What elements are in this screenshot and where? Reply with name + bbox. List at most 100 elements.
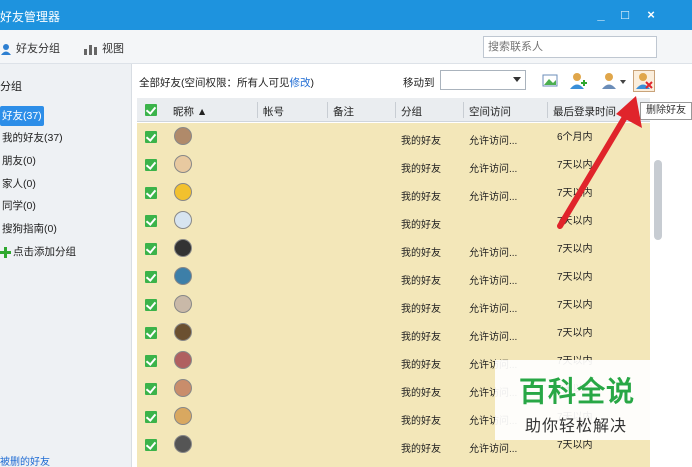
table-row[interactable]: 我的好友 允许访问... 7天以内 bbox=[137, 151, 650, 179]
row-checkbox[interactable] bbox=[145, 383, 157, 395]
column-last-login[interactable]: 最后登录时间 bbox=[553, 104, 616, 119]
chevron-down-icon bbox=[513, 77, 521, 82]
column-divider bbox=[257, 102, 258, 118]
cell-group: 我的好友 bbox=[401, 136, 441, 147]
table-row[interactable]: 我的好友 7天以内 bbox=[137, 207, 650, 235]
row-checkbox[interactable] bbox=[145, 131, 157, 143]
cell-last-login: 7天以内 bbox=[557, 328, 593, 339]
table-row[interactable]: 我的好友 允许访问... 7天以内 bbox=[137, 179, 650, 207]
cell-group: 我的好友 bbox=[401, 388, 441, 399]
row-checkbox[interactable] bbox=[145, 299, 157, 311]
cell-group: 我的好友 bbox=[401, 444, 441, 455]
row-checkbox[interactable] bbox=[145, 187, 157, 199]
avatar[interactable] bbox=[174, 351, 192, 369]
table-row[interactable]: 我的好友 允许访问... 7天以内 bbox=[137, 235, 650, 263]
avatar[interactable] bbox=[174, 267, 192, 285]
column-note[interactable]: 备注 bbox=[333, 104, 354, 119]
delete-friend-button[interactable] bbox=[633, 70, 655, 92]
sidebar-group-friends[interactable]: 好友(37) bbox=[0, 106, 44, 126]
deleted-friends-link[interactable]: 被删的好友 bbox=[0, 453, 50, 467]
row-checkbox[interactable] bbox=[145, 271, 157, 283]
table-row[interactable]: 我的好友 允许访问... 6个月内 bbox=[137, 123, 650, 151]
view-button[interactable]: 视图 bbox=[84, 40, 124, 56]
info-suffix: ) bbox=[310, 77, 315, 89]
bar-chart-icon bbox=[84, 45, 97, 56]
watermark-title: 百科全说 bbox=[519, 376, 636, 407]
cell-group: 我的好友 bbox=[401, 360, 441, 371]
row-checkbox[interactable] bbox=[145, 355, 157, 367]
cell-group: 我的好友 bbox=[401, 304, 441, 315]
sidebar-group-sogou[interactable]: 搜狗指南(0) bbox=[0, 219, 57, 239]
avatar[interactable] bbox=[174, 183, 192, 201]
cell-group: 我的好友 bbox=[401, 164, 441, 175]
column-nickname-label: 昵称 bbox=[173, 106, 194, 118]
maximize-button[interactable]: □ bbox=[614, 4, 636, 26]
column-group[interactable]: 分组 bbox=[401, 104, 422, 119]
move-to-select[interactable] bbox=[440, 70, 526, 90]
add-friend-button[interactable] bbox=[567, 70, 589, 92]
cell-group: 我的好友 bbox=[401, 220, 441, 231]
cell-space-access: 允许访问... bbox=[469, 192, 518, 203]
avatar[interactable] bbox=[174, 127, 192, 145]
title-bar: 好友管理器 _ □ × bbox=[0, 0, 692, 30]
image-icon bbox=[542, 74, 558, 87]
user-settings-icon bbox=[602, 73, 626, 89]
avatar[interactable] bbox=[174, 211, 192, 229]
row-checkbox[interactable] bbox=[145, 215, 157, 227]
search-input[interactable] bbox=[483, 36, 657, 58]
avatar[interactable] bbox=[174, 323, 192, 341]
add-group-button[interactable]: 点击添加分组 bbox=[0, 244, 76, 259]
sidebar-group-family[interactable]: 家人(0) bbox=[0, 174, 36, 194]
table-row[interactable]: 我的好友 允许访问... 7天以内 bbox=[137, 319, 650, 347]
avatar[interactable] bbox=[174, 155, 192, 173]
picture-button[interactable] bbox=[539, 70, 561, 92]
row-checkbox[interactable] bbox=[145, 159, 157, 171]
cell-space-access: 允许访问... bbox=[469, 304, 518, 315]
avatar[interactable] bbox=[174, 407, 192, 425]
row-checkbox[interactable] bbox=[145, 327, 157, 339]
table-header: 昵称 ▲ 帐号 备注 分组 空间访问 最后登录时间 bbox=[137, 98, 650, 122]
cell-last-login: 7天以内 bbox=[557, 216, 593, 227]
avatar[interactable] bbox=[174, 239, 192, 257]
column-divider bbox=[463, 102, 464, 118]
close-button[interactable]: × bbox=[640, 4, 662, 26]
avatar[interactable] bbox=[174, 379, 192, 397]
minimize-button[interactable]: _ bbox=[590, 4, 612, 26]
column-nickname[interactable]: 昵称 ▲ bbox=[173, 104, 207, 119]
sidebar-group-pengyou[interactable]: 朋友(0) bbox=[0, 151, 36, 171]
table-row[interactable]: 我的好友 允许访问... 7天以内 bbox=[137, 291, 650, 319]
sidebar: 分组 好友(37) 我的好友(37) 朋友(0) 家人(0) 同学(0) 搜狗指… bbox=[0, 64, 132, 467]
toolbar: 好友分组 视图 bbox=[0, 30, 692, 64]
modify-link[interactable]: 修改 bbox=[290, 77, 311, 89]
row-checkbox[interactable] bbox=[145, 411, 157, 423]
table-row[interactable]: 我的好友 允许访问... 7天以内 bbox=[137, 263, 650, 291]
sort-up-icon: ▲ bbox=[196, 106, 208, 118]
sidebar-group-my-friends[interactable]: 我的好友(37) bbox=[0, 128, 63, 148]
group-view-button[interactable]: 好友分组 bbox=[0, 40, 60, 56]
move-to-label: 移动到 bbox=[403, 77, 435, 89]
column-space[interactable]: 空间访问 bbox=[469, 104, 511, 119]
avatar[interactable] bbox=[174, 435, 192, 453]
delete-user-icon bbox=[636, 73, 653, 89]
cell-last-login: 7天以内 bbox=[557, 300, 593, 311]
cell-space-access: 允许访问... bbox=[469, 164, 518, 175]
avatar[interactable] bbox=[174, 295, 192, 313]
select-all-checkbox[interactable] bbox=[145, 104, 157, 116]
row-checkbox[interactable] bbox=[145, 439, 157, 451]
sidebar-group-classmates[interactable]: 同学(0) bbox=[0, 196, 36, 216]
cell-space-access: 允许访问... bbox=[469, 444, 518, 455]
plus-icon bbox=[0, 246, 11, 258]
cell-space-access: 允许访问... bbox=[469, 248, 518, 259]
cell-last-login: 6个月内 bbox=[557, 132, 593, 143]
user-settings-button[interactable] bbox=[599, 70, 627, 92]
cell-group: 我的好友 bbox=[401, 416, 441, 427]
column-divider bbox=[327, 102, 328, 118]
row-checkbox[interactable] bbox=[145, 243, 157, 255]
cell-last-login: 7天以内 bbox=[557, 160, 593, 171]
column-account[interactable]: 帐号 bbox=[263, 104, 284, 119]
column-divider bbox=[547, 102, 548, 118]
scrollbar-thumb[interactable] bbox=[654, 160, 662, 240]
sidebar-title: 分组 bbox=[0, 81, 22, 93]
cell-group: 我的好友 bbox=[401, 276, 441, 287]
cell-last-login: 7天以内 bbox=[557, 272, 593, 283]
